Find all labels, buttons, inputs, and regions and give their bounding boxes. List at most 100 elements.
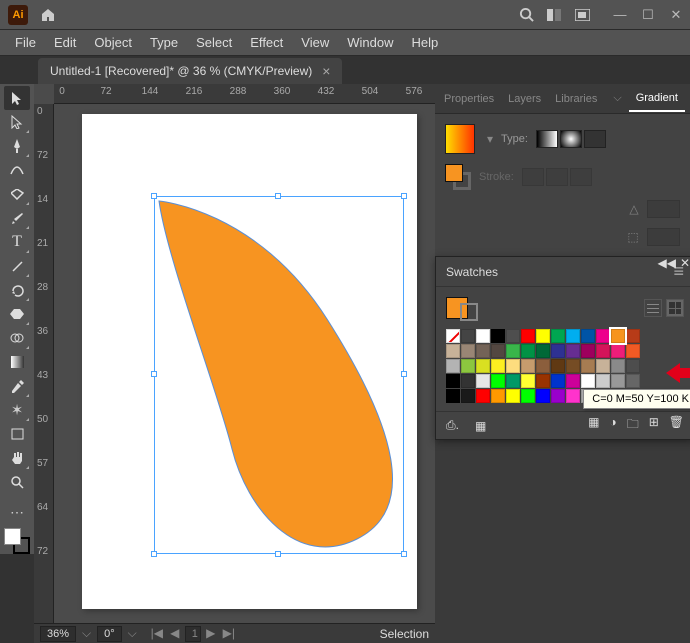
- grid-view-button[interactable]: [666, 299, 684, 317]
- nav-prev[interactable]: ◀: [167, 626, 183, 642]
- type-tool[interactable]: T: [4, 230, 30, 254]
- swatch[interactable]: [446, 374, 460, 388]
- swatch[interactable]: [446, 329, 460, 343]
- swatch[interactable]: [596, 329, 610, 343]
- swatch-kinds-icon[interactable]: ▦: [475, 419, 486, 433]
- direct-selection-tool[interactable]: [4, 110, 30, 134]
- swatch[interactable]: [551, 359, 565, 373]
- libraries-dropdown-icon[interactable]: ⌵: [606, 86, 628, 111]
- swatch[interactable]: [611, 329, 625, 343]
- menu-file[interactable]: File: [6, 35, 45, 50]
- swatch[interactable]: [581, 374, 595, 388]
- swatch[interactable]: [476, 329, 490, 343]
- nav-page[interactable]: 1: [185, 626, 201, 642]
- menu-select[interactable]: Select: [187, 35, 241, 50]
- swatch[interactable]: [461, 389, 475, 403]
- rotation-dropdown-icon[interactable]: ⌵: [128, 626, 137, 641]
- swatch[interactable]: [521, 344, 535, 358]
- minimize-button[interactable]: —: [606, 4, 634, 26]
- handle-se[interactable]: [401, 551, 407, 557]
- fill-swatch[interactable]: [4, 528, 21, 545]
- fill-stroke-indicator[interactable]: [4, 528, 30, 554]
- swatch[interactable]: [476, 374, 490, 388]
- selection-tool[interactable]: [4, 86, 30, 110]
- swatch[interactable]: [611, 374, 625, 388]
- eyedropper-tool[interactable]: [4, 374, 30, 398]
- swatch[interactable]: [521, 359, 535, 373]
- swatch[interactable]: [581, 344, 595, 358]
- collapse-icon[interactable]: ◀◀: [657, 256, 675, 270]
- swatch[interactable]: [506, 329, 520, 343]
- swatch[interactable]: [461, 344, 475, 358]
- swatch[interactable]: [596, 374, 610, 388]
- swatch[interactable]: [551, 329, 565, 343]
- swatch[interactable]: [566, 389, 580, 403]
- swatch[interactable]: [596, 359, 610, 373]
- swatch[interactable]: [461, 374, 475, 388]
- swatch[interactable]: [446, 389, 460, 403]
- menu-view[interactable]: View: [292, 35, 338, 50]
- swatch[interactable]: [566, 359, 580, 373]
- nav-last[interactable]: ▶|: [221, 626, 237, 642]
- eraser-tool[interactable]: [4, 302, 30, 326]
- swatch[interactable]: [536, 329, 550, 343]
- line-tool[interactable]: [4, 254, 30, 278]
- home-icon[interactable]: [34, 1, 62, 29]
- swatch[interactable]: [566, 344, 580, 358]
- rectangle-tool[interactable]: [4, 182, 30, 206]
- menu-edit[interactable]: Edit: [45, 35, 85, 50]
- menu-object[interactable]: Object: [85, 35, 141, 50]
- swatch[interactable]: [521, 329, 535, 343]
- swatch[interactable]: [491, 329, 505, 343]
- swatch[interactable]: [536, 389, 550, 403]
- swatch[interactable]: [551, 374, 565, 388]
- zoom-dropdown-icon[interactable]: ⌵: [82, 626, 91, 641]
- maximize-button[interactable]: ☐: [634, 4, 662, 26]
- menu-type[interactable]: Type: [141, 35, 187, 50]
- swatch[interactable]: [506, 359, 520, 373]
- search-icon[interactable]: [512, 1, 540, 29]
- delete-swatch-icon[interactable]: 🗑: [669, 415, 684, 436]
- swatch[interactable]: [506, 374, 520, 388]
- swatch[interactable]: [536, 374, 550, 388]
- close-panel-icon[interactable]: ✕: [680, 256, 690, 270]
- gradient-preview[interactable]: [445, 124, 475, 154]
- swatch[interactable]: [521, 389, 535, 403]
- list-view-button[interactable]: [644, 299, 662, 317]
- hand-tool[interactable]: [4, 446, 30, 470]
- swatch[interactable]: [536, 344, 550, 358]
- menu-window[interactable]: Window: [338, 35, 402, 50]
- swatch[interactable]: [551, 389, 565, 403]
- symbol-sprayer-tool[interactable]: ✶: [4, 398, 30, 422]
- zoom-tool[interactable]: [4, 470, 30, 494]
- tab-libraries[interactable]: Libraries: [548, 87, 604, 111]
- nav-next[interactable]: ▶: [203, 626, 219, 642]
- handle-n[interactable]: [275, 193, 281, 199]
- swatch[interactable]: [446, 344, 460, 358]
- linear-gradient-button[interactable]: [536, 130, 558, 148]
- swatch[interactable]: [476, 359, 490, 373]
- swatch[interactable]: [536, 359, 550, 373]
- pen-tool[interactable]: [4, 134, 30, 158]
- swatch[interactable]: [476, 344, 490, 358]
- new-swatch-icon[interactable]: ⊞: [649, 415, 659, 436]
- paintbrush-tool[interactable]: [4, 206, 30, 230]
- swatch[interactable]: [521, 374, 535, 388]
- close-button[interactable]: ✕: [662, 4, 690, 26]
- handle-nw[interactable]: [151, 193, 157, 199]
- handle-ne[interactable]: [401, 193, 407, 199]
- zoom-field[interactable]: 36%: [40, 626, 76, 642]
- swatch[interactable]: [596, 344, 610, 358]
- canvas[interactable]: [54, 104, 435, 623]
- swatch[interactable]: [506, 344, 520, 358]
- swatch-libraries-icon[interactable]: ⎙.: [446, 418, 459, 433]
- gradient-fill-indicator[interactable]: [445, 164, 463, 182]
- swatch-options-icon[interactable]: ▦: [588, 415, 599, 436]
- handle-s[interactable]: [275, 551, 281, 557]
- current-stroke-swatch[interactable]: [460, 303, 478, 321]
- gradient-tool[interactable]: [4, 350, 30, 374]
- swatch[interactable]: [446, 359, 460, 373]
- artboard-tool[interactable]: [4, 422, 30, 446]
- close-tab-icon[interactable]: ×: [322, 63, 330, 79]
- menu-effect[interactable]: Effect: [241, 35, 292, 50]
